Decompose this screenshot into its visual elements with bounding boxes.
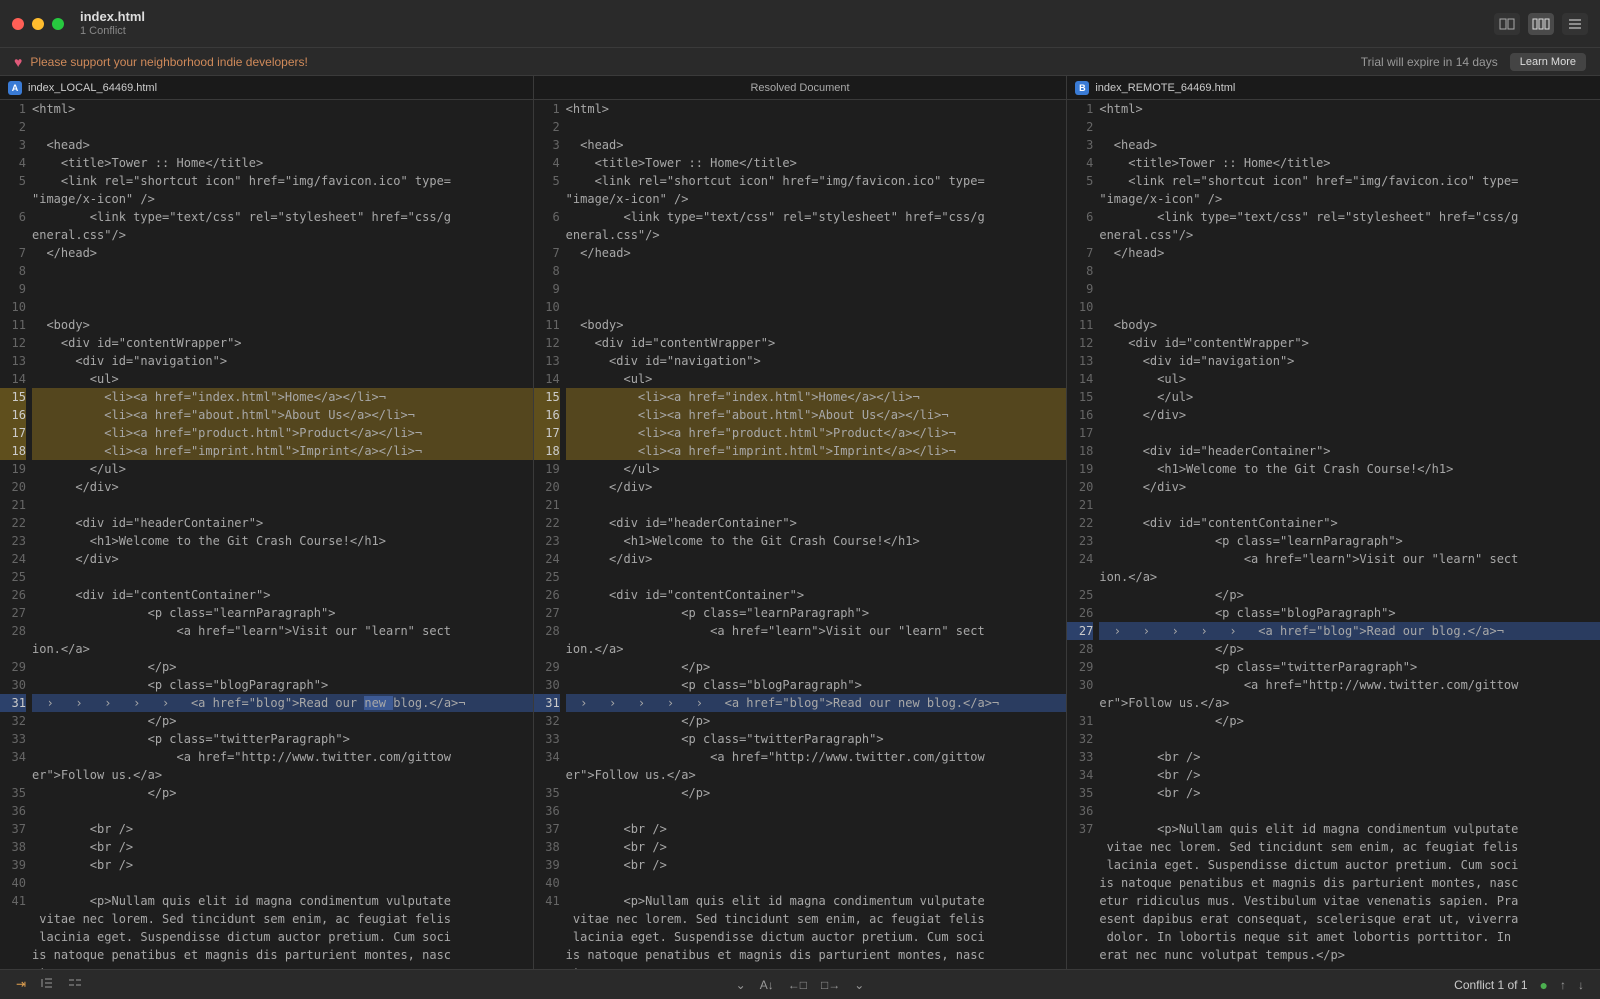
banner-text: Please support your neighborhood indie d… xyxy=(30,55,308,69)
nav-down-button[interactable]: ⌄ xyxy=(736,978,746,992)
window-title: index.html xyxy=(80,9,145,25)
check-icon: ● xyxy=(1540,977,1548,993)
pane-left-label: index_LOCAL_64469.html xyxy=(28,82,157,94)
badge-b-icon: B xyxy=(1075,81,1089,95)
banner: ♥ Please support your neighborhood indie… xyxy=(0,48,1600,76)
nav-next-button[interactable]: ⌄ xyxy=(854,978,864,992)
editor-pane-left[interactable]: 1234567891011121314151617181920212223242… xyxy=(0,100,534,969)
view-list-button[interactable] xyxy=(1562,13,1588,35)
close-window-button[interactable] xyxy=(12,18,24,30)
editor-pane-center[interactable]: 1234567891011121314151617181920212223242… xyxy=(534,100,1068,969)
trial-text: Trial will expire in 14 days xyxy=(1361,55,1498,69)
editor-pane-right[interactable]: 1234567891011121314151617181920212223242… xyxy=(1067,100,1600,969)
accept-right-button[interactable]: □→ xyxy=(821,978,840,992)
pane-header-left: A index_LOCAL_64469.html xyxy=(0,76,534,99)
toggle-indent-button[interactable] xyxy=(40,977,54,992)
pane-header-right: B index_REMOTE_64469.html xyxy=(1067,76,1600,99)
view-single-button[interactable] xyxy=(1494,13,1520,35)
accept-a-button[interactable]: A↓ xyxy=(760,978,774,992)
accept-left-button[interactable]: ←□ xyxy=(788,978,807,992)
titlebar: index.html 1 Conflict xyxy=(0,0,1600,48)
pane-headers: A index_LOCAL_64469.html Resolved Docume… xyxy=(0,76,1600,100)
pane-header-center: Resolved Document xyxy=(534,76,1068,99)
conflict-status: Conflict 1 of 1 xyxy=(1454,978,1527,992)
pane-center-label: Resolved Document xyxy=(750,82,849,94)
minimize-window-button[interactable] xyxy=(32,18,44,30)
badge-a-icon: A xyxy=(8,81,22,95)
view-three-way-button[interactable] xyxy=(1528,13,1554,35)
title-block: index.html 1 Conflict xyxy=(80,9,145,38)
editor-area: 1234567891011121314151617181920212223242… xyxy=(0,100,1600,969)
pane-right-label: index_REMOTE_64469.html xyxy=(1095,82,1235,94)
toggle-wrap-button[interactable] xyxy=(68,977,82,992)
toggle-whitespace-button[interactable]: ⇥ xyxy=(16,977,26,992)
prev-conflict-button[interactable]: ↑ xyxy=(1560,978,1566,992)
window-subtitle: 1 Conflict xyxy=(80,25,145,38)
maximize-window-button[interactable] xyxy=(52,18,64,30)
learn-more-button[interactable]: Learn More xyxy=(1510,53,1586,71)
next-conflict-button[interactable]: ↓ xyxy=(1578,978,1584,992)
footer: ⇥ ⌄ A↓ ←□ □→ ⌄ Conflict 1 of 1 ● ↑ ↓ xyxy=(0,969,1600,999)
window-controls xyxy=(12,18,64,30)
heart-icon: ♥ xyxy=(14,54,22,70)
